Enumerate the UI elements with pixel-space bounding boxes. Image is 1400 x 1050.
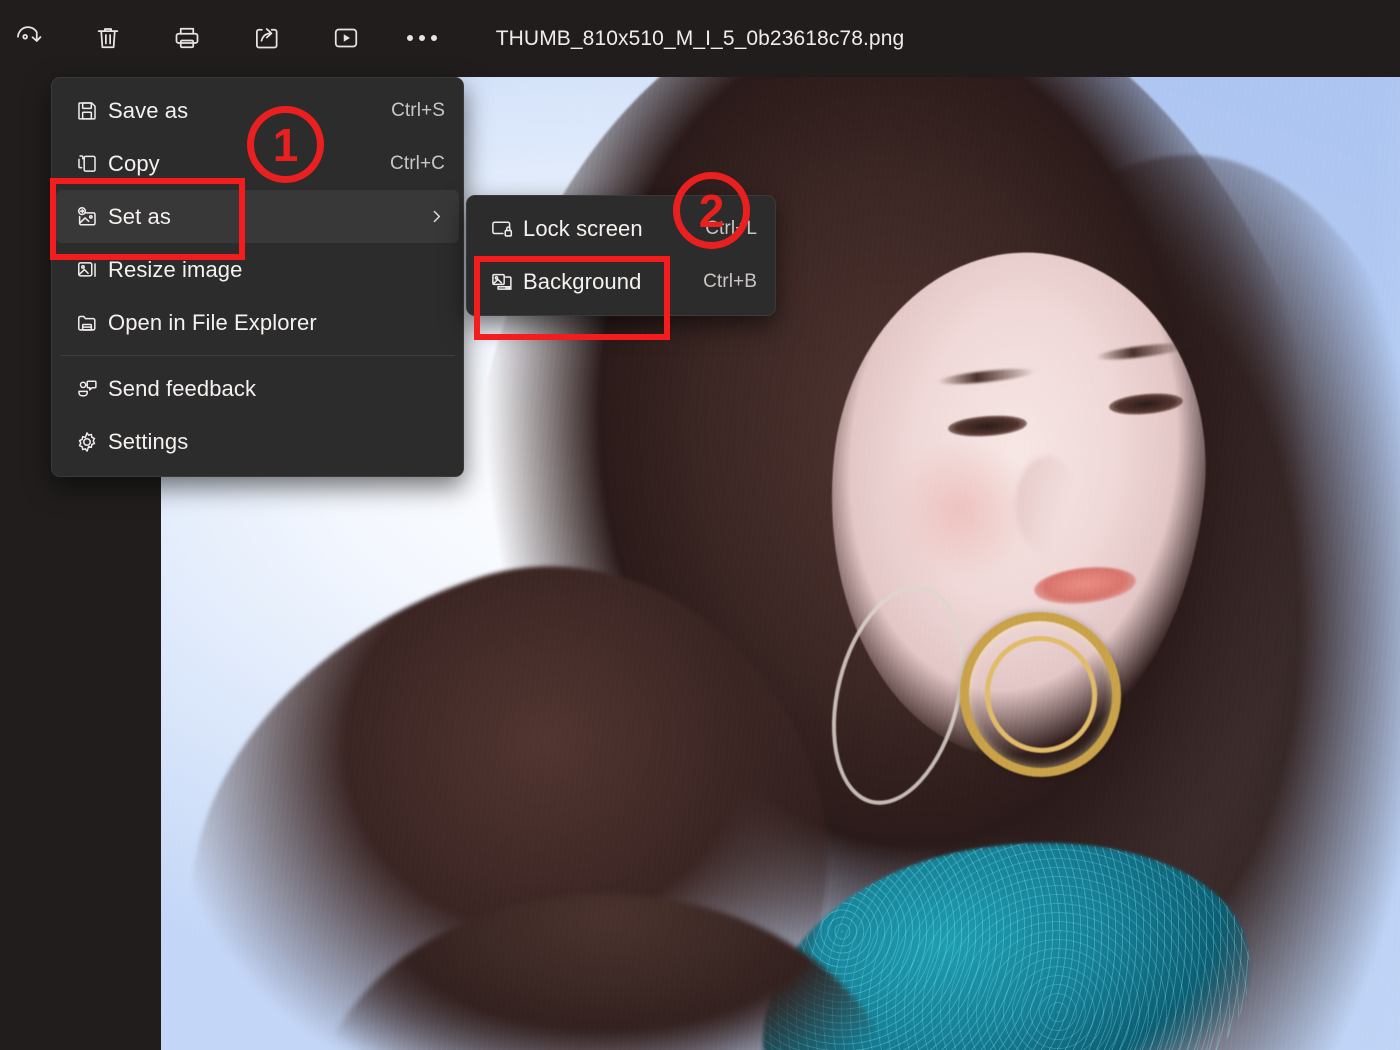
- chevron-right-icon: [428, 208, 445, 225]
- feedback-icon: [74, 376, 108, 402]
- submenu-item-accelerator: Ctrl+L: [705, 217, 757, 239]
- rotate-button[interactable]: [4, 14, 52, 62]
- rotate-icon: [13, 23, 43, 53]
- menu-item-open-in-file-explorer[interactable]: Open in File Explorer: [56, 296, 459, 349]
- slideshow-icon: [331, 23, 361, 53]
- more-icon: [407, 35, 413, 41]
- delete-button[interactable]: [84, 14, 132, 62]
- submenu-item-lock-screen[interactable]: Lock screen Ctrl+L: [471, 202, 771, 255]
- more-icon-dot2: [419, 35, 425, 41]
- menu-item-label: Settings: [108, 428, 189, 454]
- submenu-item-background[interactable]: Background Ctrl+B: [471, 255, 771, 308]
- set-as-icon: [74, 204, 108, 230]
- photos-app-window: THUMB_810x510_M_I_5_0b23618c78.png Save …: [0, 0, 1400, 1050]
- menu-item-send-feedback[interactable]: Send feedback: [56, 362, 459, 415]
- menu-item-label: Save as: [108, 97, 189, 123]
- menu-separator: [60, 355, 455, 356]
- menu-item-save-as[interactable]: Save as Ctrl+S: [56, 84, 459, 137]
- menu-item-label: Resize image: [108, 256, 243, 282]
- submenu-item-label: Lock screen: [523, 215, 643, 241]
- submenu-item-accelerator: Ctrl+B: [703, 270, 757, 292]
- menu-item-label: Copy: [108, 150, 160, 176]
- submenu-item-label: Background: [523, 268, 642, 294]
- print-icon: [172, 23, 202, 53]
- set-as-submenu: Lock screen Ctrl+L Background Ctrl+B: [466, 195, 776, 316]
- more-options-button[interactable]: [398, 14, 446, 62]
- more-icon-dot3: [431, 35, 437, 41]
- share-icon: [251, 23, 281, 53]
- lock-screen-icon: [489, 216, 523, 242]
- menu-item-accelerator: Ctrl+C: [390, 152, 445, 174]
- slideshow-button[interactable]: [322, 14, 370, 62]
- menu-item-label: Set as: [108, 203, 171, 229]
- save-icon: [74, 98, 108, 124]
- resize-image-icon: [74, 257, 108, 283]
- menu-item-accelerator: Ctrl+S: [391, 99, 445, 121]
- menu-item-label: Send feedback: [108, 375, 257, 401]
- menu-item-copy[interactable]: Copy Ctrl+C: [56, 137, 459, 190]
- menu-item-label: Open in File Explorer: [108, 309, 317, 335]
- top-toolbar: THUMB_810x510_M_I_5_0b23618c78.png: [0, 0, 1400, 77]
- menu-item-set-as[interactable]: Set as: [56, 190, 459, 243]
- copy-icon: [74, 151, 108, 177]
- print-button[interactable]: [163, 14, 211, 62]
- gear-icon: [74, 429, 108, 455]
- context-menu: Save as Ctrl+S Copy Ctrl+C Set as Resize…: [51, 77, 464, 477]
- share-button[interactable]: [242, 14, 290, 62]
- menu-item-settings[interactable]: Settings: [56, 415, 459, 468]
- menu-item-resize-image[interactable]: Resize image: [56, 243, 459, 296]
- folder-icon: [74, 310, 108, 336]
- background-icon: [489, 269, 523, 295]
- delete-icon: [93, 23, 123, 53]
